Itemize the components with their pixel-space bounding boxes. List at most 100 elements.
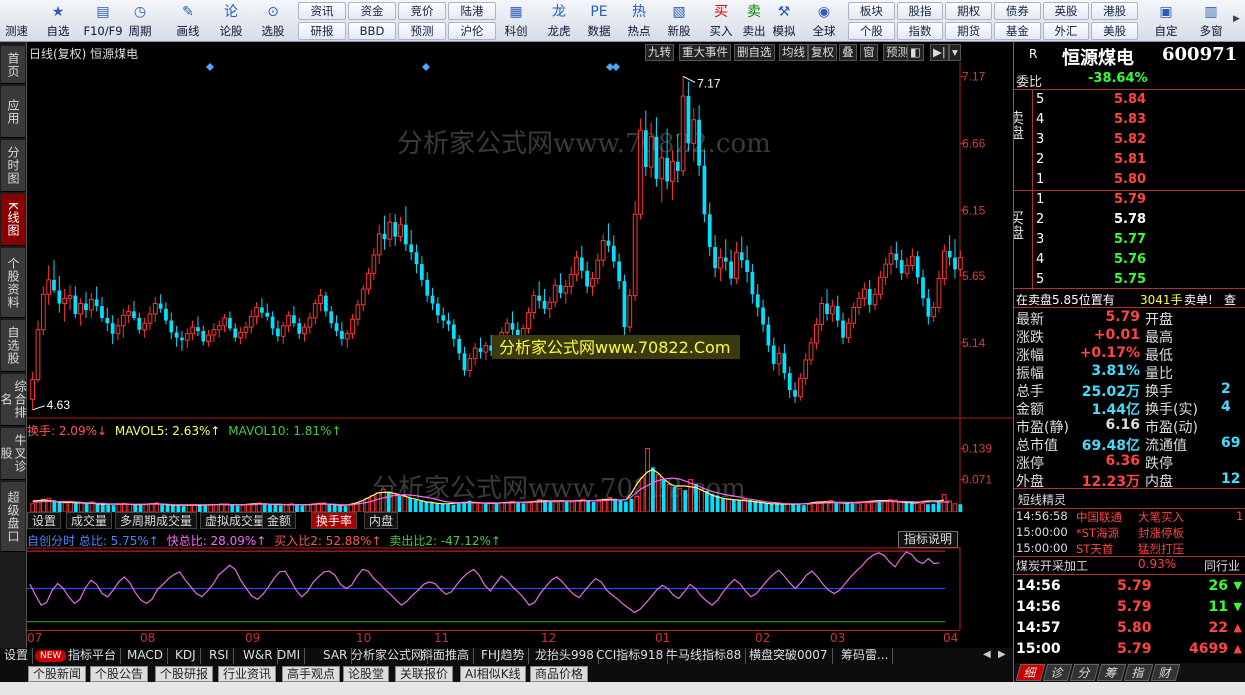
side-tab-2[interactable]: 应用 (1, 86, 25, 138)
toolbar-b6-button[interactable]: 买买入 (704, 0, 738, 41)
ask-row[interactable]: 4 5.83 (1014, 110, 1245, 130)
indicator-tab-5[interactable]: 金额 (262, 512, 297, 529)
side-tab-9[interactable]: 超级盘口 (1, 482, 25, 552)
quote-tab-1[interactable]: 细 (1015, 664, 1046, 681)
side-tab-5[interactable]: 个股资料 (1, 248, 25, 318)
toolbar-group1-item[interactable]: BBD (348, 22, 396, 40)
toolbar-b9-button[interactable]: ◉ 全球 (803, 0, 845, 41)
toolbar-group1-item[interactable]: 陆港 (448, 2, 496, 20)
side-tab-4[interactable]: K线图 (1, 194, 25, 246)
bottom-indicator-tab-17[interactable]: 筹码雷... (837, 648, 894, 664)
toolbar-b7-button[interactable]: 卖卖出 (739, 0, 769, 41)
oscillator-chart[interactable] (27, 547, 1013, 630)
chart-header-button-10[interactable]: ▶| (930, 44, 949, 61)
event-marker[interactable] (422, 63, 430, 71)
short-line-item[interactable]: 15:00:00 ST天首 猛烈打压 (1014, 540, 1245, 556)
side-tab-8[interactable]: 牛叉诊股 (0, 428, 27, 480)
chart-header-button-5[interactable]: 复权 (808, 44, 837, 61)
bottom-indicator-tab-6[interactable]: RSI (205, 648, 234, 664)
toolbar-group2-item[interactable]: 期权 (945, 2, 992, 20)
ask-row[interactable]: 5 5.84 (1014, 90, 1245, 110)
side-tab-6[interactable]: 自选股 (1, 320, 25, 372)
bid-row[interactable]: 2 5.78 (1014, 210, 1245, 230)
indicator-tab-3[interactable]: 多周期成交量 (115, 512, 198, 529)
quote-tab-6[interactable]: 财 (1150, 664, 1181, 681)
toolbar-group1-item[interactable]: 竞价 (398, 2, 446, 20)
side-tab-1[interactable]: 首页 (1, 46, 25, 84)
order-alert[interactable]: 在卖盘5.85位置有 3041手 卖单! 查 (1014, 289, 1245, 309)
chart-header-button-1[interactable]: 九转 (645, 44, 674, 61)
bottom-indicator-tab-12[interactable]: FHJ趋势 (477, 648, 530, 664)
bottom-indicator-tab-10[interactable]: 分析家公式网 (347, 648, 429, 664)
toolbar-c2-button[interactable]: ▥ 多窗 (1192, 0, 1230, 41)
bottom-indicator-tab-2[interactable]: NEW (35, 650, 67, 662)
toolbar-group2-item[interactable]: 港股 (1091, 2, 1138, 20)
bottom-indicator-tab-7[interactable]: W&R (239, 648, 278, 664)
toolbar-b3-button[interactable]: PE 数据 (581, 0, 617, 41)
bottom-indicator-tab-16[interactable]: 横盘突破0007 (745, 648, 833, 664)
toolbar-group2-item[interactable]: 股指 (896, 2, 944, 20)
info-tab-8[interactable]: AI相似K线 (460, 666, 526, 682)
indicator-tab-2[interactable]: 成交量 (66, 512, 113, 529)
alert-link[interactable]: 查 (1224, 291, 1236, 308)
bottom-indicator-tab-3[interactable]: 指标平台 (64, 648, 122, 664)
toolbar-group1-item[interactable]: 资讯 (298, 2, 346, 20)
bottom-indicator-tab-4[interactable]: MACD (123, 648, 168, 664)
toolbar-c1-button[interactable]: ▣ 自定 (1147, 0, 1185, 41)
turnover-chart[interactable]: 0.1390.071分析家公式网www.70822.com (27, 419, 1013, 512)
bottom-indicator-tab-5[interactable]: KDJ (171, 648, 201, 664)
bid-row[interactable]: 3 5.77 (1014, 230, 1245, 250)
short-line-item[interactable]: 14:56:58 中国联通 大笔买入 1 (1014, 508, 1245, 524)
toolbar-2-button[interactable]: ★ 自选 (36, 0, 80, 41)
toolbar-b8-button[interactable]: ⚒ 模拟 (769, 0, 799, 41)
kline-chart[interactable]: 7.17 6.66 6.15 5.65 5.14 分析家公式网www.70822.com 7… (27, 62, 1013, 419)
chart-header-button-3[interactable]: 删自选 (734, 44, 775, 61)
toolbar-group2-item[interactable]: 板块 (848, 2, 895, 20)
toolbar-3-button[interactable]: ▤ F10/F9 (82, 0, 124, 41)
toolbar-group1-item[interactable]: 资金 (348, 2, 396, 20)
side-tab-3[interactable]: 分时图 (1, 140, 25, 192)
bottom-indicator-tab-8[interactable]: DMI (273, 648, 306, 664)
toolbar-b5-button[interactable]: ▧ 新股 (660, 0, 698, 41)
ask-row[interactable]: 1 5.80 (1014, 170, 1245, 190)
industry-row[interactable]: 煤炭开采加工 0.93% 同行业 (1014, 556, 1245, 574)
chart-header-button-9[interactable]: ◧ (907, 44, 924, 61)
toolbar-b2-button[interactable]: 龙龙虎 (538, 0, 580, 41)
short-line-title[interactable]: 短线精灵 (1018, 491, 1066, 508)
side-tab-7[interactable]: 综合排名 (0, 374, 27, 426)
short-line-item[interactable]: 15:00:00 *ST海源 封涨停板 (1014, 524, 1245, 540)
bottom-indicator-tab-1[interactable]: 设置 (0, 648, 34, 664)
toolbar-7-button[interactable]: ⊙ 选股 (253, 0, 293, 41)
toolbar-group2-item[interactable]: 基金 (994, 22, 1041, 40)
indicator-tab-4[interactable]: 虚拟成交量 (200, 512, 271, 529)
toolbar-group2-item[interactable]: 外汇 (1042, 22, 1090, 40)
bid-row[interactable]: 5 5.75 (1014, 270, 1245, 290)
toolbar-group1-item[interactable]: 沪伦 (448, 22, 496, 40)
quote-tab-4[interactable]: 筹 (1096, 664, 1127, 681)
indicator-tab-7[interactable]: 内盘 (364, 512, 399, 529)
info-tab-3[interactable]: 个股研报 (155, 666, 214, 682)
info-tab-7[interactable]: 关联报价 (395, 666, 454, 682)
industry-peer[interactable]: 同行业 (1204, 557, 1240, 574)
toolbar-group1-item[interactable]: 研报 (298, 22, 346, 40)
bottom-indicator-tab-11[interactable]: 斜面推高 (417, 648, 475, 664)
toolbar-group2-item[interactable]: 期货 (945, 22, 992, 40)
bottom-indicator-tab-14[interactable]: CCI指标918 (592, 648, 669, 664)
chart-header-button-4[interactable]: 均线 (779, 44, 808, 61)
toolbar-group2-item[interactable]: 债券 (994, 2, 1041, 20)
toolbar-b4-button[interactable]: 热热点 (620, 0, 658, 41)
toolbar-6-button[interactable]: 论论股 (211, 0, 251, 41)
toolbar-4-button[interactable]: ◷ 周期 (126, 0, 154, 41)
toolbar-group2-item[interactable]: 美股 (1091, 22, 1138, 40)
event-marker[interactable] (206, 63, 214, 71)
indicator-tab-1[interactable]: 设置 (27, 512, 62, 529)
bid-row[interactable]: 1 5.79 (1014, 190, 1245, 210)
info-tab-9[interactable]: 商品价格 (530, 666, 589, 682)
bottom-tabs-next[interactable]: ▶ (998, 649, 1006, 660)
toolbar-group2-item[interactable]: 个股 (848, 22, 895, 40)
bottom-indicator-tab-13[interactable]: 龙抬头998 (531, 648, 599, 664)
ask-row[interactable]: 2 5.81 (1014, 150, 1245, 170)
info-tab-2[interactable]: 个股公告 (90, 666, 149, 682)
chart-header-button-6[interactable]: 叠 (839, 44, 857, 61)
bottom-indicator-tab-15[interactable]: 牛马线指标88 (662, 648, 747, 664)
